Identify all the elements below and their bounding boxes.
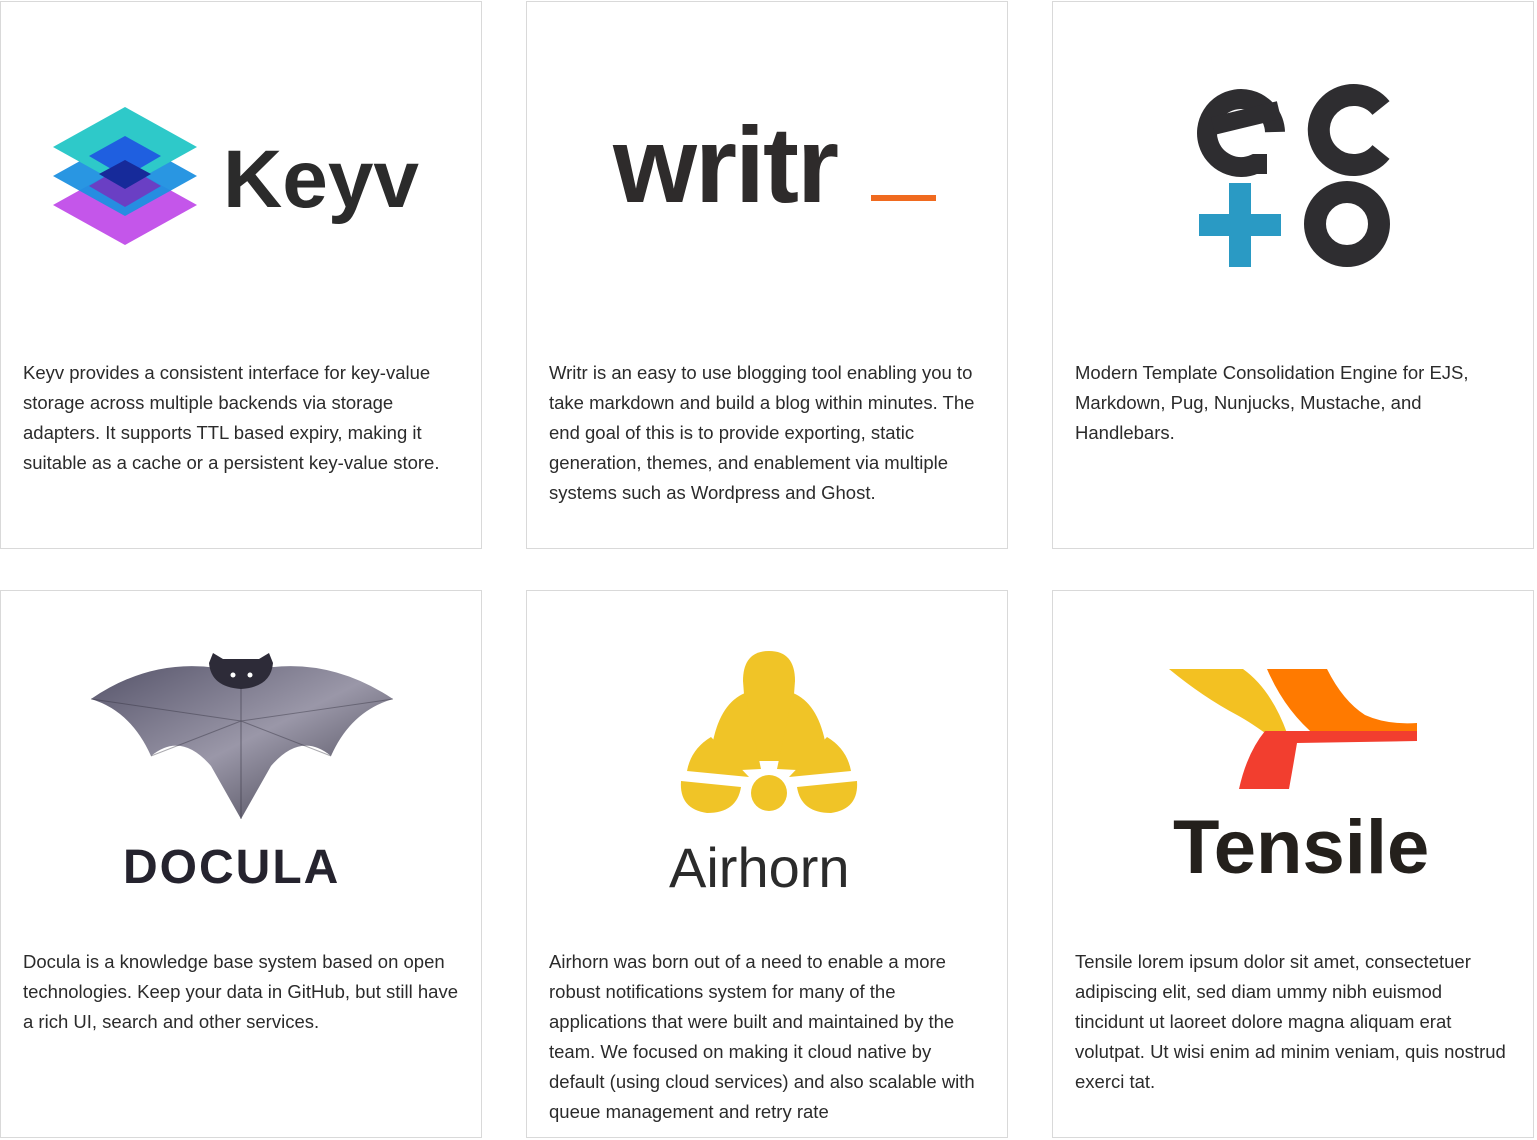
keyv-description: Keyv provides a consistent interface for… xyxy=(23,362,440,473)
writr-logo-text: writr xyxy=(612,104,838,225)
keyv-logo-text: Keyv xyxy=(223,134,419,225)
keyv-logo: Keyv xyxy=(1,2,481,332)
tensile-logo-text: Tensile xyxy=(1173,805,1429,890)
ecto-logo xyxy=(1053,2,1533,332)
ecto-description: Modern Template Consolidation Engine for… xyxy=(1075,362,1469,443)
docula-logo-text: DOCULA xyxy=(123,841,340,894)
project-card-tensile[interactable]: Tensile Tensile lorem ipsum dolor sit am… xyxy=(1052,590,1534,1138)
docula-bat-icon: DOCULA xyxy=(90,653,394,894)
docula-logo: DOCULA xyxy=(1,591,481,921)
project-card-keyv[interactable]: Keyv Keyv provides a consistent interfac… xyxy=(0,1,482,549)
project-card-ecto[interactable]: Modern Template Consolidation Engine for… xyxy=(1052,1,1534,549)
airhorn-logo-text: Airhorn xyxy=(669,836,850,899)
ecto-mark-icon xyxy=(1197,84,1390,267)
tensile-description: Tensile lorem ipsum dolor sit amet, cons… xyxy=(1075,951,1506,1092)
writr-underscore-icon xyxy=(871,195,936,201)
keyv-layers-icon: Keyv xyxy=(53,107,419,245)
tensile-ribbon-icon: Tensile xyxy=(1169,669,1429,890)
docula-description: Docula is a knowledge base system based … xyxy=(23,951,459,1032)
airhorn-horn-icon: Airhorn xyxy=(669,651,858,899)
project-card-writr[interactable]: writr Writr is an easy to use blogging t… xyxy=(526,1,1008,549)
writr-description: Writr is an easy to use blogging tool en… xyxy=(549,362,975,503)
project-card-airhorn[interactable]: Airhorn Airhorn was born out of a need t… xyxy=(526,590,1008,1138)
airhorn-logo: Airhorn xyxy=(527,591,1007,921)
airhorn-description: Airhorn was born out of a need to enable… xyxy=(549,951,975,1122)
tensile-logo: Tensile xyxy=(1053,591,1533,921)
project-card-docula[interactable]: DOCULA Docula is a knowledge base system… xyxy=(0,590,482,1138)
writr-logo: writr xyxy=(527,2,1007,332)
